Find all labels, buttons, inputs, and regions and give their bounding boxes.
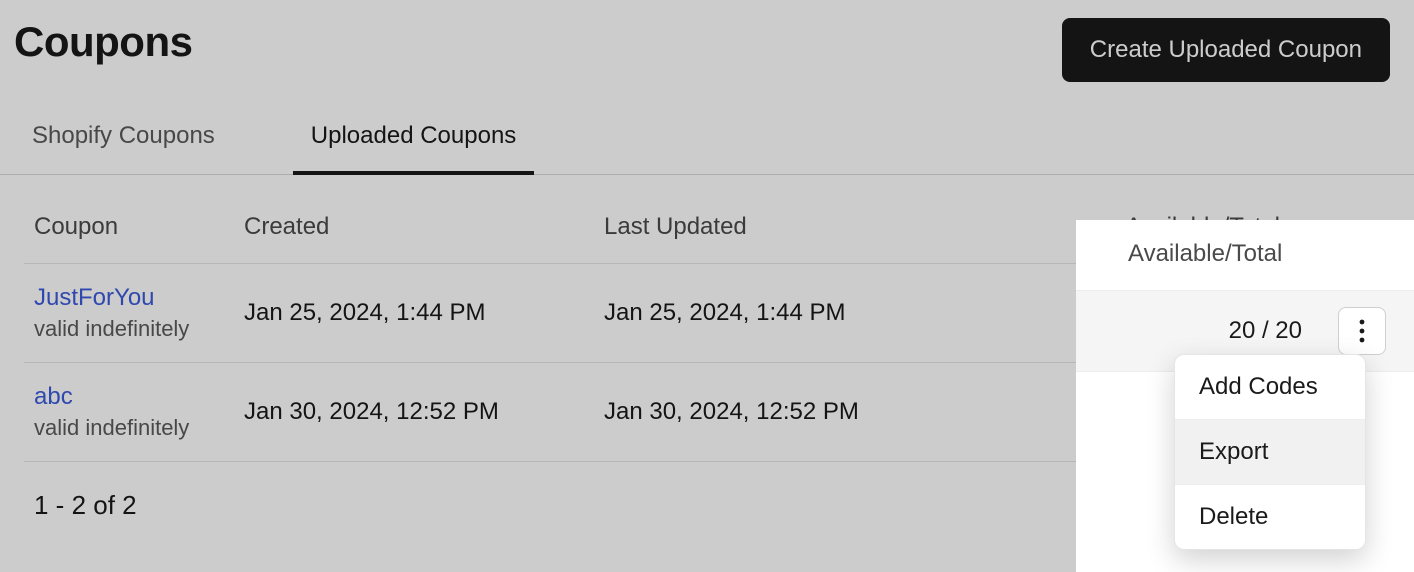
col-created: Created xyxy=(234,193,594,264)
create-uploaded-coupon-button[interactable]: Create Uploaded Coupon xyxy=(1062,18,1390,82)
col-available: Available/Total xyxy=(1076,220,1414,290)
row-actions-button[interactable] xyxy=(1338,307,1386,355)
coupon-updated: Jan 25, 2024, 1:44 PM xyxy=(594,264,992,363)
coupon-created: Jan 25, 2024, 1:44 PM xyxy=(234,264,594,363)
page-title: Coupons xyxy=(14,18,192,66)
col-coupon: Coupon xyxy=(24,193,234,264)
row-popover-zone: Available/Total 20 / 20 Add Codes Export… xyxy=(1076,220,1414,572)
coupon-validity: valid indefinitely xyxy=(34,316,224,342)
coupon-name-link[interactable]: abc xyxy=(34,383,224,411)
menu-item-add-codes[interactable]: Add Codes xyxy=(1175,355,1365,419)
menu-item-export[interactable]: Export xyxy=(1175,419,1365,484)
tab-shopify-coupons[interactable]: Shopify Coupons xyxy=(14,122,233,174)
tab-uploaded-coupons[interactable]: Uploaded Coupons xyxy=(293,122,535,174)
tabs: Shopify Coupons Uploaded Coupons xyxy=(0,82,1414,175)
coupon-created: Jan 30, 2024, 12:52 PM xyxy=(234,363,594,462)
kebab-icon xyxy=(1359,319,1365,343)
menu-item-delete[interactable]: Delete xyxy=(1175,484,1365,549)
coupon-validity: valid indefinitely xyxy=(34,415,224,441)
coupon-available: 20 / 20 xyxy=(1229,317,1302,345)
row-actions-menu: Add Codes Export Delete xyxy=(1174,354,1366,550)
coupon-name-link[interactable]: JustForYou xyxy=(34,284,224,312)
coupon-updated: Jan 30, 2024, 12:52 PM xyxy=(594,363,992,462)
col-updated: Last Updated xyxy=(594,193,992,264)
